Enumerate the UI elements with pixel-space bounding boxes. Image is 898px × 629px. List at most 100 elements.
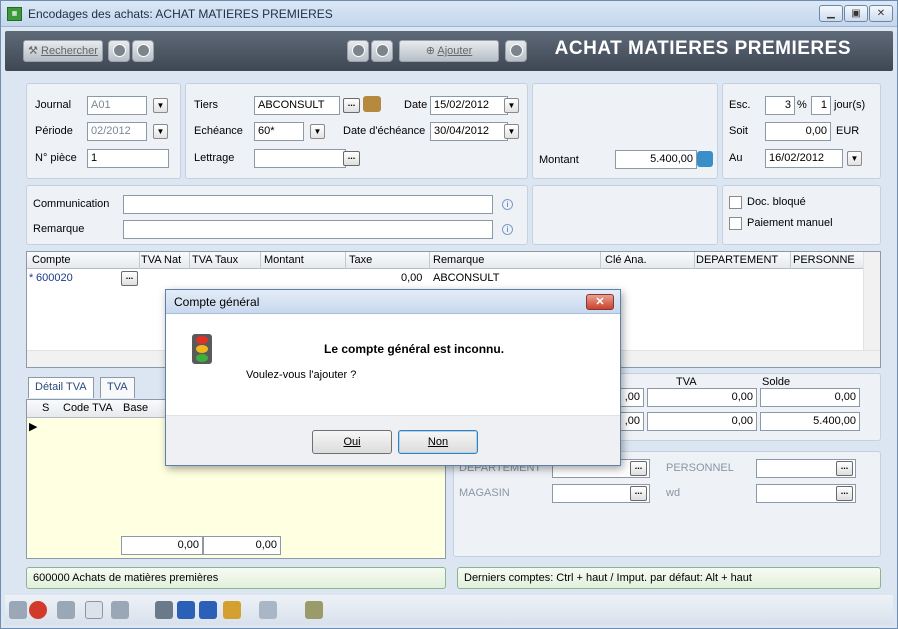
col-tva-taux[interactable]: TVA Taux: [192, 254, 238, 266]
dialog-message: Le compte général est inconnu.: [324, 342, 505, 356]
app-icon: ▦: [7, 7, 22, 21]
add-button[interactable]: ⊕ Ajouter: [399, 40, 499, 62]
bottom-toolbar: [5, 595, 893, 625]
tiers-field[interactable]: ABCONSULT: [254, 96, 340, 115]
copy-icon[interactable]: [57, 601, 75, 619]
date-dropdown-icon[interactable]: ▼: [504, 98, 519, 113]
date-echeance-label: Date d'échéance: [343, 125, 426, 137]
magasin-browse-button[interactable]: ...: [630, 486, 647, 501]
next-icon: [351, 44, 365, 57]
tiers-label: Tiers: [194, 99, 219, 111]
lettrage-field[interactable]: [254, 149, 346, 168]
piece-label: N° pièce: [35, 152, 77, 164]
yes-button[interactable]: Oui: [312, 430, 392, 454]
tab-tva[interactable]: TVA: [100, 377, 135, 398]
echeance-dropdown-icon[interactable]: ▼: [310, 124, 325, 139]
periode-dropdown-icon[interactable]: ▼: [153, 124, 168, 139]
au-label: Au: [729, 152, 743, 164]
folder-icon[interactable]: [223, 601, 241, 619]
previous-record-button[interactable]: [132, 40, 154, 62]
communication-info-icon[interactable]: i: [502, 199, 513, 210]
esc-percent-label: %: [797, 99, 807, 111]
compte-cell[interactable]: 600020: [36, 272, 73, 284]
summary-solde-header: Solde: [762, 376, 791, 388]
remarque-info-icon[interactable]: i: [502, 224, 513, 235]
save-icon[interactable]: [9, 601, 27, 619]
col-base[interactable]: Base: [123, 402, 148, 414]
date-echeance-field[interactable]: 30/04/2012: [430, 122, 508, 141]
col-personne[interactable]: PERSONNE: [793, 254, 855, 266]
col-departement[interactable]: DEPARTEMENT: [696, 254, 778, 266]
col-taxe[interactable]: Taxe: [349, 254, 372, 266]
tva-total-tva: 0,00: [203, 536, 281, 555]
wd-label: wd: [666, 487, 681, 499]
echeance-field[interactable]: 60*: [254, 122, 304, 141]
main-window: ▦ Encodages des achats: ACHAT MATIERES P…: [0, 0, 898, 629]
close-button[interactable]: ✕: [869, 5, 893, 22]
doc-bloque-checkbox[interactable]: [729, 196, 742, 209]
soit-field[interactable]: 0,00: [765, 122, 831, 141]
date-field[interactable]: 15/02/2012: [430, 96, 508, 115]
refresh-button[interactable]: [505, 40, 527, 62]
refresh-icon: [509, 44, 523, 57]
search-button[interactable]: ⚒ Rechercher: [23, 40, 103, 62]
taxe-cell[interactable]: 0,00: [401, 272, 422, 284]
tools-icon[interactable]: [305, 601, 323, 619]
status-shortcuts: Derniers comptes: Ctrl + haut / Imput. p…: [457, 567, 881, 589]
journal-dropdown-icon[interactable]: ▼: [153, 98, 168, 113]
col-remarque[interactable]: Remarque: [433, 254, 484, 266]
date-label: Date: [404, 99, 428, 111]
esc-field[interactable]: 3: [765, 96, 795, 115]
montant-field[interactable]: 5.400,00: [615, 150, 697, 169]
col-s[interactable]: S: [42, 402, 49, 414]
blank-panel: [532, 185, 718, 245]
first-record-button[interactable]: [108, 40, 130, 62]
import-icon[interactable]: [177, 601, 195, 619]
minimize-button[interactable]: ▁: [819, 5, 843, 22]
tiers-browse-button[interactable]: ...: [343, 98, 360, 113]
tiers-panel: Tiers ABCONSULT ... Date 15/02/2012 ▼ Ec…: [185, 83, 528, 179]
export-icon[interactable]: [199, 601, 217, 619]
new-page-icon[interactable]: [85, 601, 103, 619]
periode-field[interactable]: 02/2012: [87, 122, 147, 141]
tiers-card-icon[interactable]: [363, 96, 381, 112]
view-icon[interactable]: [111, 601, 129, 619]
communication-label: Communication: [33, 198, 110, 210]
col-tva-nat[interactable]: TVA Nat: [141, 254, 181, 266]
au-field[interactable]: 16/02/2012: [765, 149, 843, 168]
search-icon: ⚒: [28, 45, 42, 57]
wd-browse-button[interactable]: ...: [836, 486, 853, 501]
personnel-browse-button[interactable]: ...: [836, 461, 853, 476]
paiement-manuel-checkbox[interactable]: [729, 217, 742, 230]
communication-field[interactable]: [123, 195, 493, 214]
print-icon[interactable]: [155, 601, 173, 619]
lettrage-browse-button[interactable]: ...: [343, 151, 360, 166]
maximize-button[interactable]: ▣: [844, 5, 868, 22]
tab-detail-tva[interactable]: Détail TVA: [28, 377, 94, 398]
document-icon[interactable]: [259, 601, 277, 619]
grid-vertical-scrollbar[interactable]: [863, 252, 880, 351]
esc-label: Esc.: [729, 99, 751, 111]
au-dropdown-icon[interactable]: ▼: [847, 151, 862, 166]
col-montant[interactable]: Montant: [264, 254, 304, 266]
magasin-label: MAGASIN: [459, 487, 510, 499]
journal-field[interactable]: A01: [87, 96, 147, 115]
col-cle-ana[interactable]: Clé Ana.: [605, 254, 647, 266]
no-button[interactable]: Non: [398, 430, 478, 454]
soit-label: Soit: [729, 125, 748, 137]
next-record-button[interactable]: [347, 40, 369, 62]
compte-browse-button[interactable]: ...: [121, 271, 138, 286]
esc-days-field[interactable]: 1: [811, 96, 831, 115]
cancel-icon[interactable]: [29, 601, 47, 619]
remarque-cell[interactable]: ABCONSULT: [433, 272, 499, 284]
piece-field[interactable]: 1: [87, 149, 169, 168]
last-record-button[interactable]: [371, 40, 393, 62]
departement-browse-button[interactable]: ...: [630, 461, 647, 476]
remarque-field[interactable]: [123, 220, 493, 239]
date-echeance-dropdown-icon[interactable]: ▼: [504, 124, 519, 139]
calculator-icon[interactable]: [697, 151, 713, 167]
col-code-tva[interactable]: Code TVA: [63, 402, 113, 414]
dialog-close-button[interactable]: ✕: [586, 294, 614, 310]
col-compte[interactable]: Compte: [32, 254, 71, 266]
dialog-title: Compte général: [174, 295, 260, 309]
